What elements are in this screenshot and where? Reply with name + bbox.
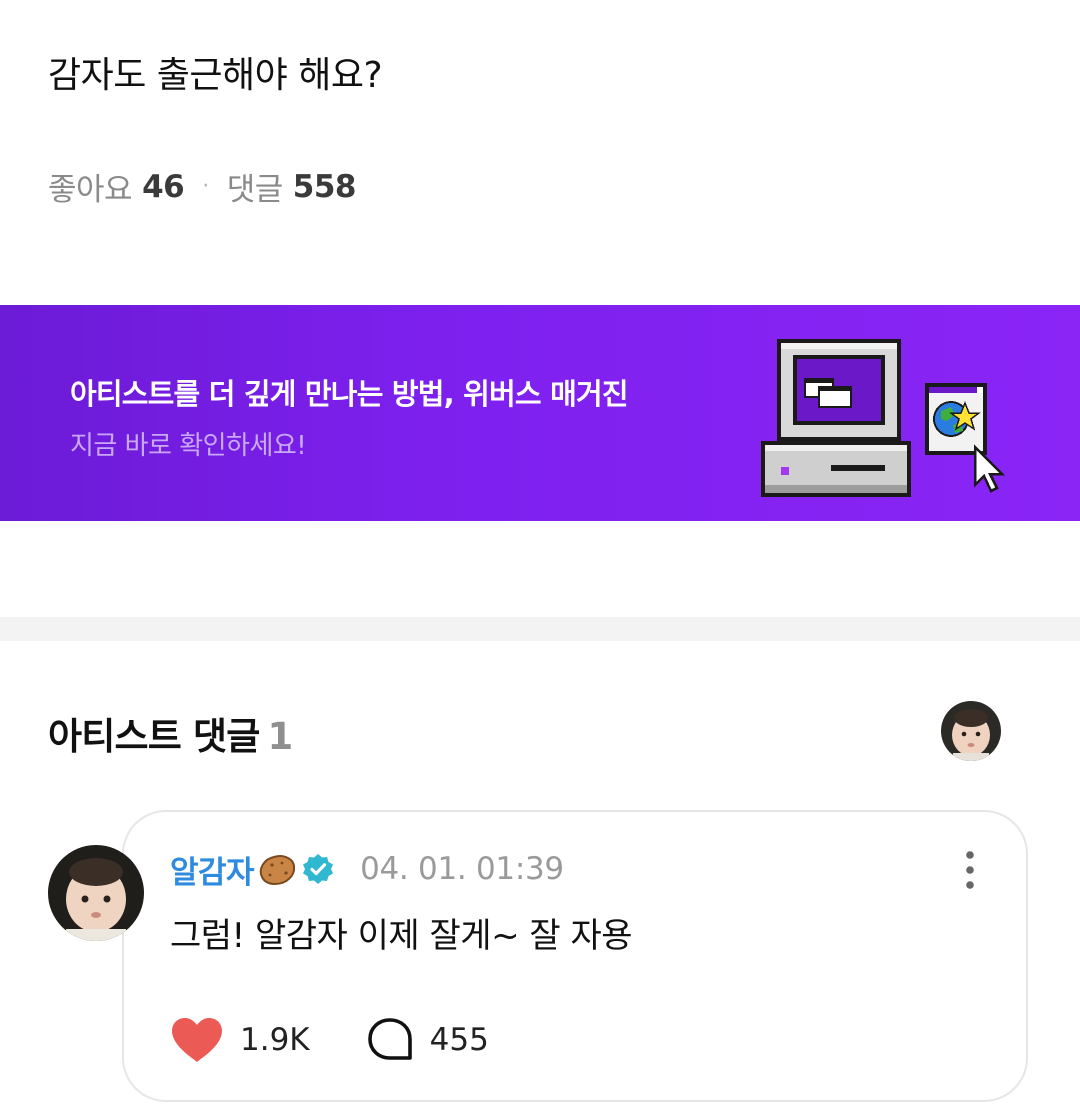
artist-comments-label: 아티스트 댓글 <box>48 715 260 758</box>
comment-actions: 1.9K 455 <box>170 1012 489 1068</box>
likes-label: 좋아요 <box>48 172 133 208</box>
likes-count: 46 <box>142 168 185 205</box>
artist-comments-heading: 아티스트 댓글 1 <box>48 706 294 760</box>
like-count: 1.9K <box>240 1022 310 1058</box>
like-button[interactable]: 1.9K <box>170 1016 310 1064</box>
more-options-icon[interactable] <box>950 850 990 890</box>
comments-label: 댓글 <box>226 172 284 208</box>
comment-header: 알감자 04. 01. 01:39 <box>170 846 564 892</box>
reply-button[interactable]: 455 <box>366 1016 489 1064</box>
post-stats: 좋아요 46 · 댓글 558 <box>48 164 356 209</box>
comment-author-name[interactable]: 알감자 <box>170 847 255 892</box>
potato-icon <box>259 855 296 886</box>
post-title: 감자도 출근해야 해요? <box>48 55 383 96</box>
verified-badge-icon <box>303 854 334 884</box>
banner-subtitle: 지금 바로 확인하세요! <box>70 431 307 461</box>
stats-separator: · <box>202 174 209 199</box>
comments-count: 558 <box>292 168 357 205</box>
comment-text: 그럼! 알감자 이제 잘게~ 잘 자용 <box>170 916 633 956</box>
artist-comments-count: 1 <box>267 715 294 758</box>
baby-avatar-image <box>48 845 144 941</box>
comment-timestamp: 04. 01. 01:39 <box>360 851 564 887</box>
section-divider <box>0 617 1080 641</box>
artist-avatar[interactable] <box>941 701 1001 761</box>
magazine-banner[interactable]: 아티스트를 더 깊게 만나는 방법, 위버스 매거진 지금 바로 확인하세요! <box>0 305 1080 521</box>
comment-author-avatar[interactable] <box>48 845 144 941</box>
retro-computer-icon <box>761 339 1006 497</box>
heart-icon <box>172 1018 222 1062</box>
banner-title: 아티스트를 더 깊게 만나는 방법, 위버스 매거진 <box>70 377 629 411</box>
comment-bubble-icon <box>367 1018 412 1060</box>
baby-avatar-image <box>941 701 1001 761</box>
reply-count: 455 <box>429 1022 489 1058</box>
